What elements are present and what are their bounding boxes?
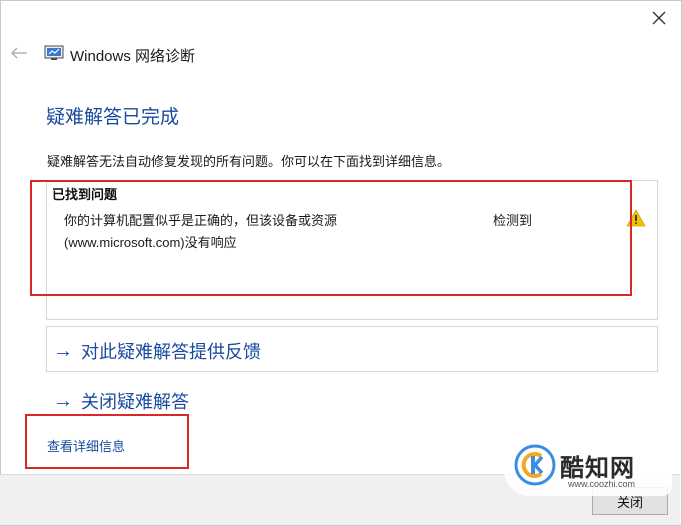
window-title: Windows 网络诊断 [70,48,196,65]
arrow-right-icon: → [53,339,73,362]
window-close-button[interactable] [642,4,676,32]
close-troubleshooter-link[interactable]: → 关闭疑难解答 [53,388,189,414]
arrow-right-icon: → [53,389,73,412]
feedback-link-label: 对此疑难解答提供反馈 [81,342,261,362]
coozhi-logo-icon [514,444,556,486]
close-icon [652,11,666,25]
feedback-link[interactable]: → 对此疑难解答提供反馈 [53,338,261,364]
warning-icon [626,209,646,227]
back-arrow-icon [11,47,27,59]
back-button[interactable] [8,44,30,62]
problem-description-line2: (www.microsoft.com)没有响应 [64,235,237,250]
close-troubleshooter-link-label: 关闭疑难解答 [81,392,189,412]
view-details-link[interactable]: 查看详细信息 [47,436,125,455]
problem-description-line1: 你的计算机配置似乎是正确的，但该设备或资源 [64,213,338,228]
page-description: 疑难解答无法自动修复发现的所有问题。你可以在下面找到详细信息。 [47,154,451,169]
problem-status: 检测到 [493,213,533,228]
watermark-url: www.coozhi.com [568,479,636,489]
problems-header: 已找到问题 [52,187,118,202]
page-title: 疑难解答已完成 [46,107,180,128]
network-diagnostics-icon [44,45,64,60]
watermark-name: 酷知网 [560,454,635,482]
